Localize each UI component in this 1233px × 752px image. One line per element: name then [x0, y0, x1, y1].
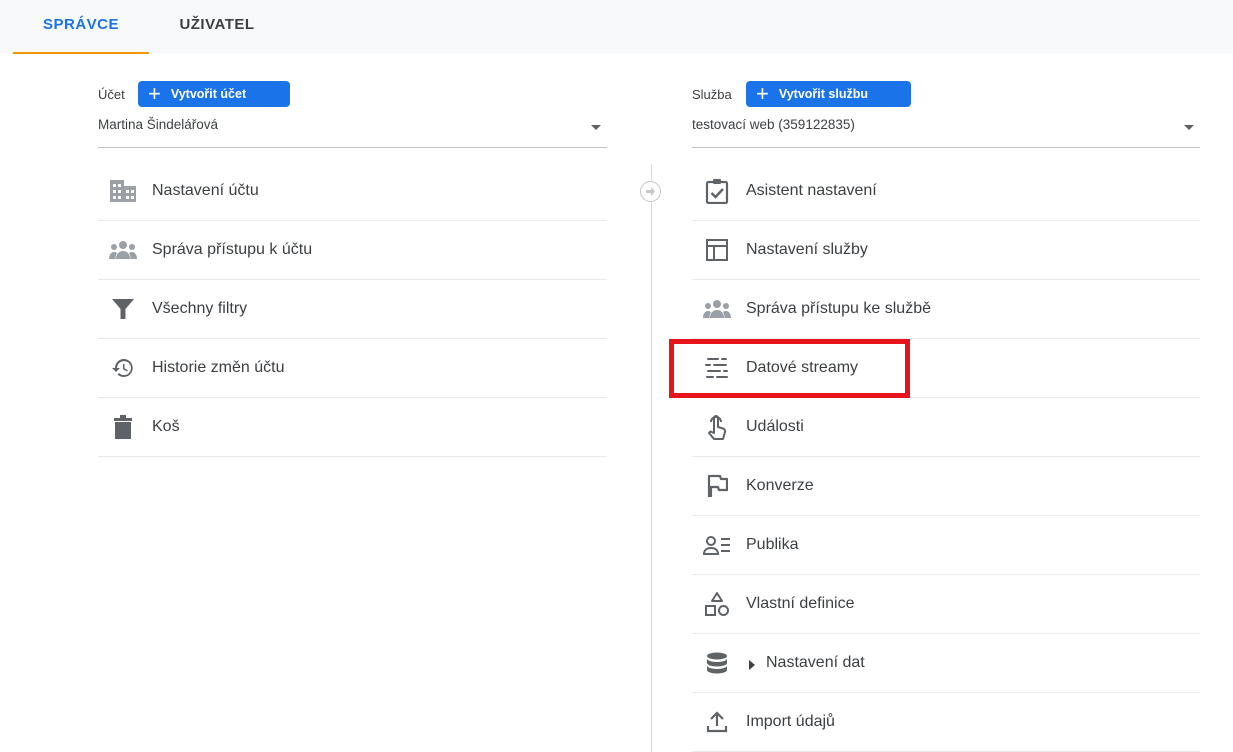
account-column: Účet + Vytvořit účet Martina Šindelářová…	[98, 54, 607, 457]
tab-bar: SPRÁVCE UŽIVATEL	[0, 0, 1233, 54]
account-label: Účet	[98, 87, 125, 102]
data-streams-label: Datové streamy	[746, 359, 859, 376]
expand-caret-icon[interactable]	[749, 660, 755, 670]
all-filters-label: Všechny filtry	[152, 300, 248, 317]
property-access-item[interactable]: Správa přístupu ke službě	[692, 280, 1200, 339]
upload-icon	[700, 708, 734, 736]
create-property-button[interactable]: + Vytvořit službu	[746, 81, 911, 107]
plus-icon: +	[148, 81, 161, 106]
tab-admin[interactable]: SPRÁVCE	[13, 0, 149, 54]
property-header: Služba + Vytvořit službu	[692, 54, 1200, 108]
clipboard-check-icon	[700, 177, 734, 205]
data-streams-icon	[700, 354, 734, 382]
events-item[interactable]: Události	[692, 398, 1200, 457]
trash-label: Koš	[152, 418, 180, 435]
column-divider	[651, 164, 652, 752]
building-icon	[106, 177, 140, 205]
people-icon	[700, 295, 734, 323]
account-settings-item[interactable]: Nastavení účtu	[98, 162, 607, 221]
account-history-item[interactable]: Historie změn účtu	[98, 339, 607, 398]
plus-icon: +	[756, 81, 769, 106]
touch-icon	[700, 413, 734, 441]
data-import-label: Import údajů	[746, 713, 835, 730]
account-access-label: Správa přístupu k účtu	[152, 241, 313, 258]
setup-assistant-label: Asistent nastavení	[746, 182, 877, 199]
property-select[interactable]: testovací web (359122835)	[692, 108, 1200, 148]
data-import-item[interactable]: Import údajů	[692, 693, 1200, 752]
property-settings-item[interactable]: Nastavení služby	[692, 221, 1200, 280]
audiences-label: Publika	[746, 536, 799, 553]
data-settings-item[interactable]: Nastavení dat	[692, 634, 1200, 693]
account-history-label: Historie změn účtu	[152, 359, 285, 376]
conversions-label: Konverze	[746, 477, 814, 494]
property-menu: Asistent nastavení Nastavení služby Sprá…	[692, 162, 1200, 752]
tab-user[interactable]: UŽIVATEL	[149, 0, 285, 54]
filter-icon	[106, 295, 140, 323]
history-icon	[106, 354, 140, 382]
trash-item[interactable]: Koš	[98, 398, 607, 457]
database-icon	[700, 649, 734, 677]
account-access-item[interactable]: Správa přístupu k účtu	[98, 221, 607, 280]
account-menu: Nastavení účtu Správa přístupu k účtu Vš…	[98, 162, 607, 457]
people-icon	[106, 236, 140, 264]
property-select-value: testovací web (359122835)	[692, 117, 855, 132]
account-select[interactable]: Martina Šindelářová	[98, 108, 607, 148]
property-column: Služba + Vytvořit službu testovací web (…	[692, 54, 1200, 752]
data-settings-label: Nastavení dat	[766, 654, 865, 671]
account-header: Účet + Vytvořit účet	[98, 54, 607, 108]
property-settings-label: Nastavení služby	[746, 241, 868, 258]
events-label: Události	[746, 418, 804, 435]
dropdown-arrow-icon	[1184, 125, 1194, 130]
audience-icon	[700, 531, 734, 559]
conversions-item[interactable]: Konverze	[692, 457, 1200, 516]
property-label: Služba	[692, 87, 732, 102]
audiences-item[interactable]: Publika	[692, 516, 1200, 575]
dropdown-arrow-icon	[591, 125, 601, 130]
shapes-icon	[700, 590, 734, 618]
all-filters-item[interactable]: Všechny filtry	[98, 280, 607, 339]
create-account-button[interactable]: + Vytvořit účet	[138, 81, 290, 107]
create-property-button-label: Vytvořit službu	[778, 87, 868, 101]
data-streams-item[interactable]: Datové streamy	[692, 339, 1200, 398]
setup-assistant-item[interactable]: Asistent nastavení	[692, 162, 1200, 221]
account-settings-label: Nastavení účtu	[152, 182, 259, 199]
create-account-button-label: Vytvořit účet	[170, 87, 247, 101]
flag-icon	[700, 472, 734, 500]
layout-icon	[700, 236, 734, 264]
account-select-value: Martina Šindelářová	[98, 117, 219, 132]
custom-definitions-label: Vlastní definice	[746, 595, 855, 612]
custom-definitions-item[interactable]: Vlastní definice	[692, 575, 1200, 634]
arrow-link-icon	[640, 181, 661, 202]
property-access-label: Správa přístupu ke službě	[746, 300, 931, 317]
trash-icon	[106, 413, 140, 441]
